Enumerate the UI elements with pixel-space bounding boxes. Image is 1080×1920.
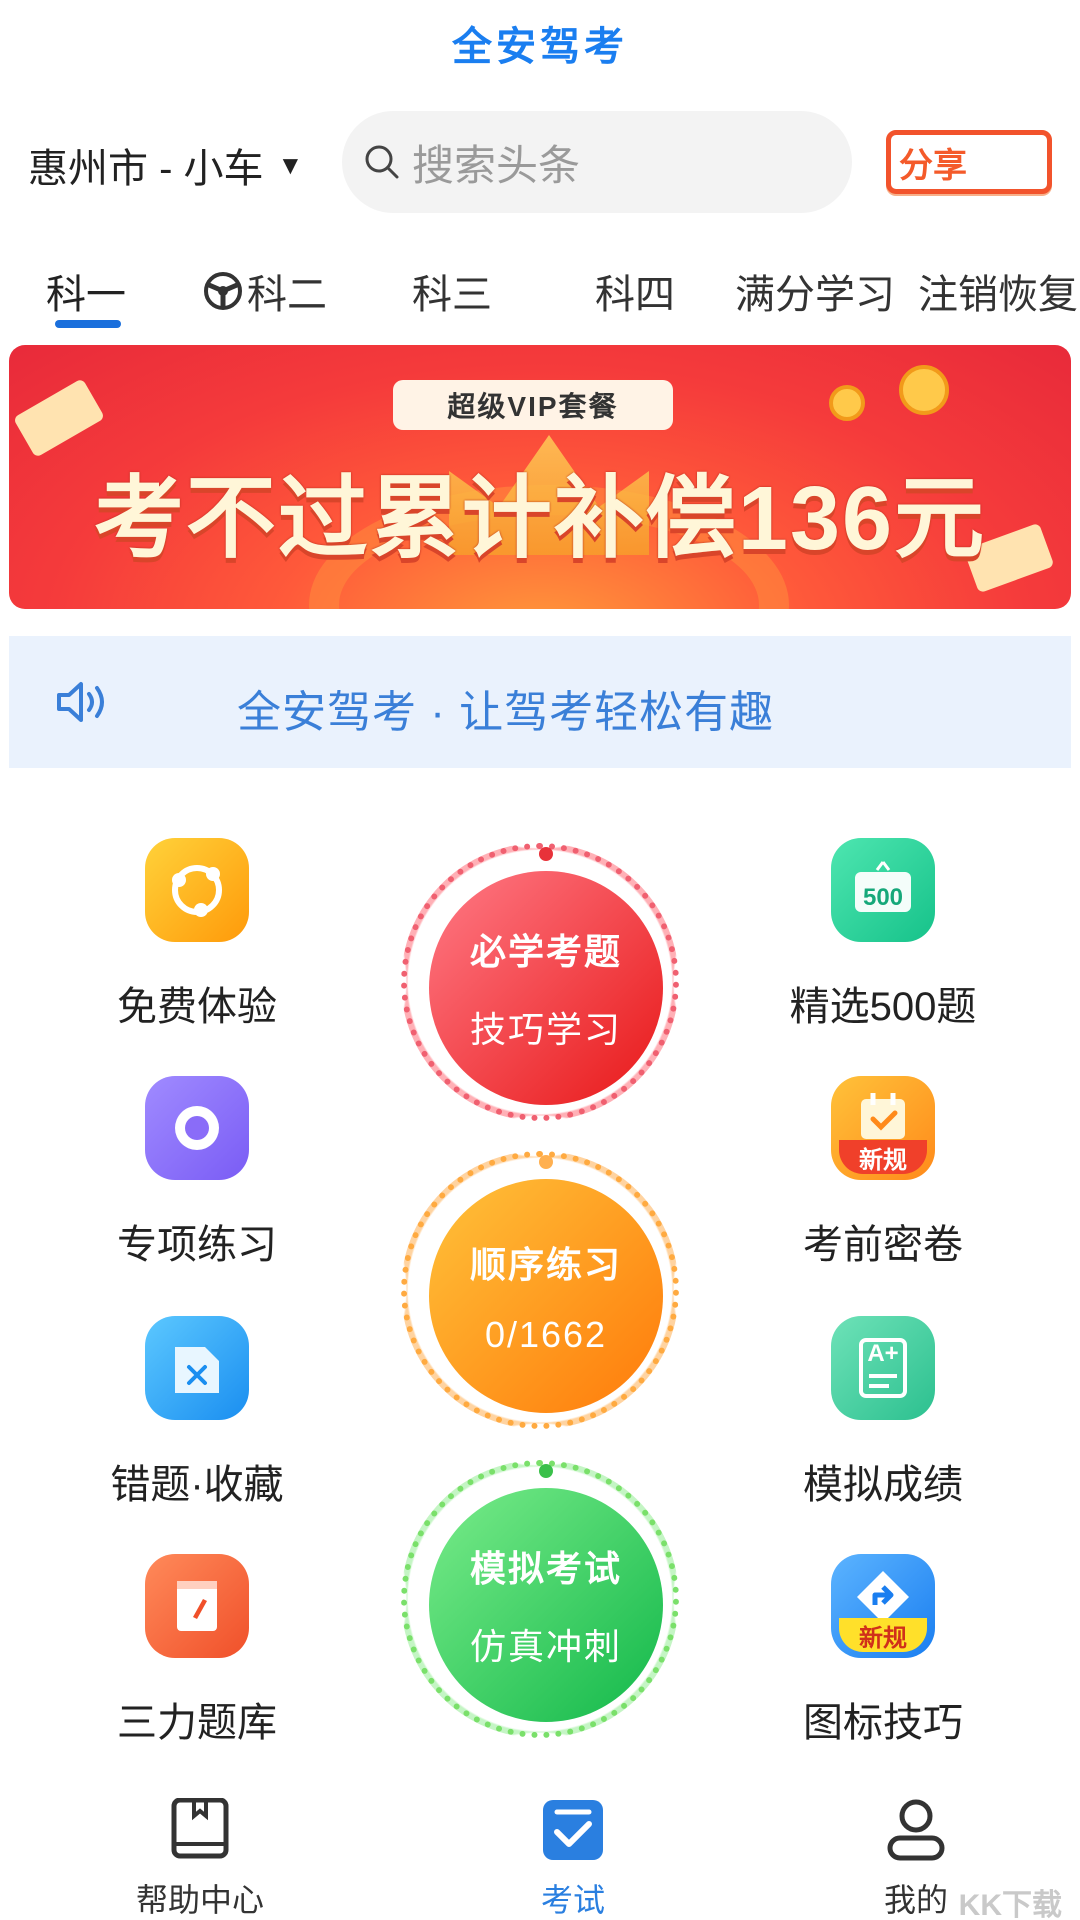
feature-special-practice[interactable]: 专项练习 xyxy=(77,1076,317,1270)
new-rule-badge: 新规 xyxy=(839,1618,927,1652)
city-selector[interactable]: 惠州市 - 小车 ▼ xyxy=(28,136,303,194)
circle-subtitle: 仿真冲刺 xyxy=(469,1626,622,1667)
nav-exam[interactable]: 考试 xyxy=(473,1798,673,1920)
search-bar[interactable]: 搜索头条 xyxy=(342,111,852,213)
circle-subtitle: 技巧学习 xyxy=(469,1009,622,1050)
progress-dot xyxy=(539,1155,553,1169)
notice-bar[interactable]: 全安驾考 · 让驾考轻松有趣 xyxy=(9,636,1071,768)
share-button[interactable]: 分享 xyxy=(886,130,1052,194)
nav-label: 帮助中心 xyxy=(135,1882,264,1918)
feature-wrong-favorites[interactable]: 错题·收藏 xyxy=(77,1316,317,1510)
feature-label: 专项练习 xyxy=(117,1223,277,1267)
nav-label: 考试 xyxy=(540,1882,605,1918)
tab-label: 科一 xyxy=(46,273,126,317)
mock-exam-circle[interactable]: 模拟考试 仿真冲刺 xyxy=(401,1460,679,1738)
coin-icon xyxy=(899,365,949,415)
must-learn-circle[interactable]: 必学考题 技巧学习 xyxy=(401,843,679,1121)
exam-check-icon xyxy=(543,1800,603,1860)
tab-subject-4[interactable]: 科四 xyxy=(595,262,675,320)
progress-dot xyxy=(539,1464,553,1478)
feature-label: 考前密卷 xyxy=(803,1223,963,1267)
circle-title: 模拟考试 xyxy=(469,1548,622,1589)
tab-subject-2[interactable]: 科二 xyxy=(203,262,327,320)
feature-label: 模拟成绩 xyxy=(803,1463,963,1507)
notebook-icon xyxy=(145,1554,249,1658)
tab-subject-3[interactable]: 科三 xyxy=(412,262,492,320)
tab-subject-1[interactable]: 科一 xyxy=(46,262,126,320)
target-icon xyxy=(145,1076,249,1180)
tab-label: 注销恢复 xyxy=(918,273,1078,317)
feature-label: 三力题库 xyxy=(117,1701,277,1745)
road-sign-icon: 新规 xyxy=(831,1554,935,1658)
progress-dot xyxy=(539,847,553,861)
nav-help-center[interactable]: 帮助中心 xyxy=(100,1797,300,1920)
board-badge: 500 xyxy=(862,884,904,911)
watermark: KK下载 xyxy=(958,1889,1062,1920)
must-learn-inner: 必学考题 技巧学习 xyxy=(429,871,663,1105)
mock-exam-inner: 模拟考试 仿真冲刺 xyxy=(429,1488,663,1722)
book-icon xyxy=(171,1797,229,1859)
coin-icon xyxy=(829,385,865,421)
feature-label: 精选500题 xyxy=(789,985,977,1029)
feature-icon-tips[interactable]: 新规 图标技巧 xyxy=(763,1554,1003,1748)
feature-exam-secret-paper[interactable]: 新规 考前密卷 xyxy=(763,1076,1003,1270)
top-bar: 惠州市 - 小车 ▼ 搜索头条 分享 xyxy=(0,108,1080,214)
feature-label: 错题·收藏 xyxy=(110,1463,284,1507)
share-nodes-icon xyxy=(145,838,249,942)
steering-wheel-icon xyxy=(204,272,242,310)
subject-tabs: 科一 科二 科三 科四 满分学习 注销恢复 xyxy=(0,250,1080,330)
practice-progress: 0/1662 xyxy=(484,1314,608,1355)
feature-label: 图标技巧 xyxy=(803,1701,963,1745)
grade-badge: A+ xyxy=(867,1340,899,1367)
tab-label: 科二 xyxy=(247,273,327,317)
active-tab-indicator xyxy=(55,320,121,328)
tab-label: 满分学习 xyxy=(735,273,895,317)
tab-full-score[interactable]: 满分学习 xyxy=(735,262,895,320)
wrong-question-icon xyxy=(145,1316,249,1420)
500-board-icon: 500 xyxy=(831,838,935,942)
feature-500-questions[interactable]: 500 精选500题 xyxy=(763,838,1003,1032)
speaker-icon xyxy=(57,682,104,722)
feature-mock-scores[interactable]: A+ 模拟成绩 xyxy=(763,1316,1003,1510)
sequential-practice-inner: 顺序练习 0/1662 xyxy=(429,1179,663,1413)
feature-three-abilities[interactable]: 三力题库 xyxy=(77,1554,317,1748)
caret-down-icon: ▼ xyxy=(277,149,304,180)
banner-headline: 考不过累计补偿136元 xyxy=(93,469,987,569)
city-label: 惠州市 - 小车 xyxy=(28,147,264,191)
feature-label: 免费体验 xyxy=(117,985,277,1029)
bottom-navigation: 帮助中心 考试 我的 xyxy=(0,1772,1080,1920)
promo-banner[interactable]: 超级VIP套餐 考不过累计补偿136元 xyxy=(9,345,1071,609)
vip-pill: 超级VIP套餐 xyxy=(393,380,673,430)
tab-label: 科四 xyxy=(595,273,675,317)
circle-title: 必学考题 xyxy=(469,931,622,972)
calendar-check-icon: 新规 xyxy=(831,1076,935,1180)
search-placeholder: 搜索头条 xyxy=(412,141,581,189)
grade-doc-icon: A+ xyxy=(831,1316,935,1420)
tab-label: 科三 xyxy=(412,273,492,317)
new-rule-badge: 新规 xyxy=(839,1140,927,1174)
app-title: 全安驾考 xyxy=(452,25,628,69)
user-icon xyxy=(887,1799,945,1861)
tab-cancel-restore[interactable]: 注销恢复 xyxy=(918,262,1078,320)
search-icon xyxy=(365,145,399,179)
feature-free-trial[interactable]: 免费体验 xyxy=(77,838,317,1032)
share-label: 分享 xyxy=(899,146,967,185)
notice-text: 全安驾考 · 让驾考轻松有趣 xyxy=(237,688,775,737)
sequential-practice-circle[interactable]: 顺序练习 0/1662 xyxy=(401,1151,679,1429)
circle-title: 顺序练习 xyxy=(469,1244,622,1285)
